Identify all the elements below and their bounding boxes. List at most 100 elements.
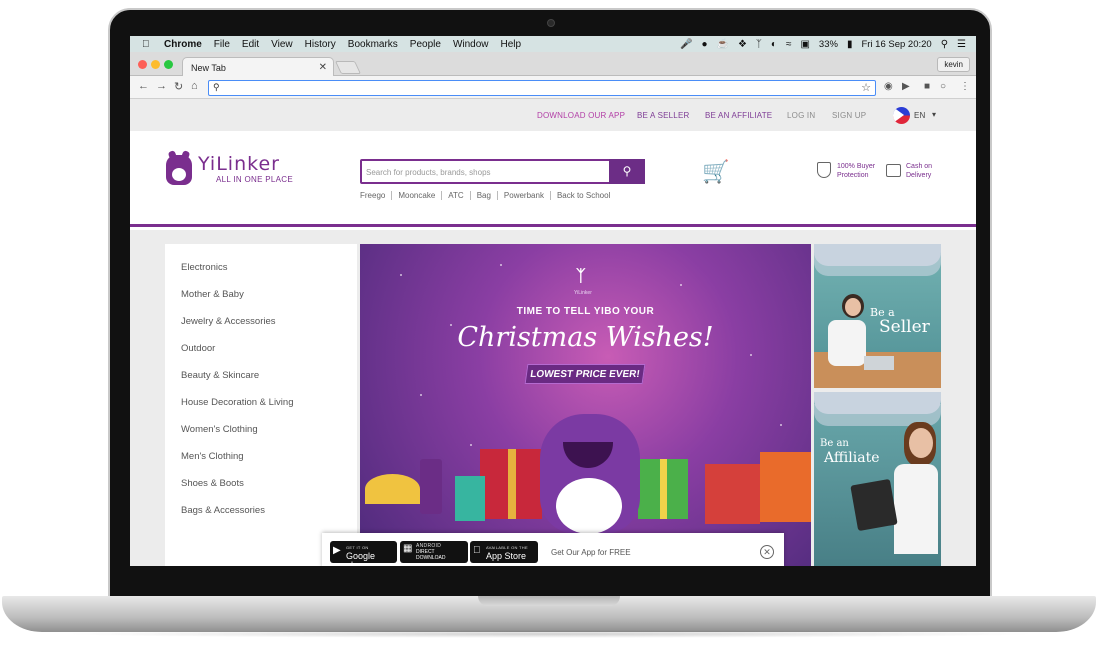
address-bar[interactable]: ⚲ ☆ bbox=[208, 80, 876, 96]
timer-icon[interactable]: ◐ bbox=[771, 39, 777, 50]
popular-search-link[interactable]: Freego bbox=[360, 191, 393, 200]
category-item[interactable]: House Decoration & Living bbox=[181, 397, 293, 408]
laptop-image bbox=[864, 356, 894, 370]
site-header: YiLinker ALL IN ONE PLACE ⚲ Freego Moonc… bbox=[130, 131, 976, 227]
chrome-menu-icon[interactable]: ⋮ bbox=[960, 81, 970, 92]
be-affiliate-banner[interactable]: Be an Affiliate bbox=[814, 392, 941, 566]
menubar-status-area: 🎤 ● ☕ ❖ ᛉ ◐ ≈ ▣ 33% ▮ Fri 16 Sep 20:20 ⚲… bbox=[680, 39, 976, 50]
clock[interactable]: Fri 16 Sep 20:20 bbox=[861, 39, 931, 50]
browser-toolbar: ← → ↻ ⌂ ⚲ ☆ ◉ ▶ ■ ○ ⋮ bbox=[130, 76, 976, 99]
coffee-icon[interactable]: ☕ bbox=[717, 39, 729, 50]
bluetooth-icon[interactable]: ᛉ bbox=[756, 39, 762, 50]
battery-icon[interactable]: ▮ bbox=[847, 39, 853, 50]
category-item[interactable]: Jewelry & Accessories bbox=[181, 316, 276, 327]
android-label: DIRECT DOWNLOAD bbox=[416, 549, 446, 561]
affiliate-line2: Affiliate bbox=[824, 450, 880, 466]
close-window-button[interactable] bbox=[138, 60, 147, 69]
extension-globe-icon[interactable]: ◉ bbox=[884, 81, 893, 92]
profile-button[interactable]: kevin bbox=[937, 57, 970, 72]
wifi-icon[interactable]: ≈ bbox=[786, 39, 792, 50]
browser-tabbar: New Tab ✕ kevin bbox=[130, 52, 976, 77]
input-source-icon[interactable]: ▣ bbox=[800, 39, 809, 50]
google-play-button[interactable]: ▶ GET IT ON Google play bbox=[330, 541, 397, 566]
fullscreen-window-button[interactable] bbox=[164, 60, 173, 69]
apple-icon[interactable]:  bbox=[142, 39, 154, 50]
christmas-banner[interactable]: ᛉ YiLinker TIME TO TELL YIBO YOUR Christ… bbox=[360, 244, 811, 566]
menu-history[interactable]: History bbox=[305, 39, 336, 50]
buyer-protection-badge: 100% Buyer Protection bbox=[817, 162, 875, 180]
gift-ribbon bbox=[508, 449, 516, 519]
extension-cast-icon[interactable]: ▶ bbox=[902, 81, 910, 92]
forward-arrow-icon[interactable]: → bbox=[156, 80, 167, 92]
minimize-window-button[interactable] bbox=[151, 60, 160, 69]
search-button[interactable]: ⚲ bbox=[609, 159, 645, 184]
popular-search-link[interactable]: ATC bbox=[442, 191, 471, 200]
popular-search-link[interactable]: Back to School bbox=[551, 191, 616, 200]
popular-search-link[interactable]: Powerbank bbox=[498, 191, 551, 200]
extension-puzzle-icon[interactable]: ■ bbox=[924, 81, 930, 92]
play-icon: ▶ bbox=[333, 545, 341, 556]
chat-icon[interactable]: ● bbox=[701, 39, 707, 50]
microphone-icon[interactable]: 🎤 bbox=[680, 39, 692, 50]
search-input[interactable] bbox=[366, 164, 606, 180]
category-item[interactable]: Women's Clothing bbox=[181, 424, 258, 435]
person-face bbox=[909, 428, 933, 458]
tab-new-tab[interactable]: New Tab ✕ bbox=[182, 57, 334, 77]
shield-icon bbox=[817, 162, 831, 178]
category-item[interactable]: Shoes & Boots bbox=[181, 478, 244, 489]
category-item[interactable]: Outdoor bbox=[181, 343, 215, 354]
menu-edit[interactable]: Edit bbox=[242, 39, 259, 50]
reload-icon[interactable]: ↻ bbox=[174, 80, 183, 93]
extension-circle-icon[interactable]: ○ bbox=[940, 81, 946, 92]
menu-app[interactable]: Chrome bbox=[164, 39, 202, 50]
new-tab-button[interactable] bbox=[334, 61, 362, 74]
close-tab-icon[interactable]: ✕ bbox=[319, 62, 327, 73]
popular-search-link[interactable]: Bag bbox=[471, 191, 498, 200]
signup-link[interactable]: SIGN UP bbox=[832, 111, 866, 120]
banner-logo-icon: ᛉ bbox=[576, 268, 586, 285]
category-item[interactable]: Beauty & Skincare bbox=[181, 370, 259, 381]
back-arrow-icon[interactable]: ← bbox=[138, 80, 149, 92]
download-app-link[interactable]: DOWNLOAD OUR APP bbox=[537, 111, 625, 120]
be-affiliate-link[interactable]: BE AN AFFILIATE bbox=[705, 111, 772, 120]
android-download-button[interactable]: ▦ ANDROID DIRECT DOWNLOAD bbox=[400, 541, 468, 563]
laptop-notch bbox=[478, 596, 620, 606]
menu-help[interactable]: Help bbox=[501, 39, 522, 50]
gift-ribbon bbox=[660, 459, 667, 519]
category-item[interactable]: Mother & Baby bbox=[181, 289, 244, 300]
buyer-protection-line2: Protection bbox=[837, 172, 869, 179]
menu-view[interactable]: View bbox=[271, 39, 293, 50]
philippines-flag-icon[interactable] bbox=[893, 107, 910, 124]
mac-menubar:  Chrome File Edit View History Bookmark… bbox=[130, 36, 976, 52]
search-box: ⚲ bbox=[360, 159, 645, 184]
login-link[interactable]: LOG IN bbox=[787, 111, 815, 120]
menu-file[interactable]: File bbox=[214, 39, 230, 50]
notification-center-icon[interactable]: ☰ bbox=[957, 39, 966, 50]
menu-window[interactable]: Window bbox=[453, 39, 489, 50]
category-item[interactable]: Electronics bbox=[181, 262, 227, 273]
be-seller-link[interactable]: BE A SELLER bbox=[637, 111, 689, 120]
close-icon[interactable]: ✕ bbox=[760, 545, 774, 559]
battery-percent[interactable]: 33% bbox=[819, 39, 838, 50]
app-download-bar: ▶ GET IT ON Google play ▦ ANDROID DIRECT… bbox=[322, 533, 784, 566]
app-bar-text: Get Our App for FREE bbox=[551, 548, 631, 557]
android-icon: ▦ bbox=[403, 543, 413, 554]
logo-mascot-icon[interactable] bbox=[166, 155, 192, 185]
be-seller-banner[interactable]: Be a Seller bbox=[814, 244, 941, 388]
category-item[interactable]: Men's Clothing bbox=[181, 451, 244, 462]
spotlight-icon[interactable]: ⚲ bbox=[941, 39, 948, 50]
menu-bookmarks[interactable]: Bookmarks bbox=[348, 39, 398, 50]
app-store-button[interactable]:  AVAILABLE ON THE App Store bbox=[470, 541, 538, 563]
cloud-decoration bbox=[814, 254, 941, 276]
caret-down-icon[interactable]: ▾ bbox=[932, 110, 936, 119]
bookmark-star-icon[interactable]: ☆ bbox=[861, 81, 871, 94]
popular-search-link[interactable]: Mooncake bbox=[392, 191, 443, 200]
home-icon[interactable]: ⌂ bbox=[191, 80, 198, 92]
category-item[interactable]: Bags & Accessories bbox=[181, 505, 265, 516]
site-logo[interactable]: YiLinker bbox=[198, 153, 280, 175]
cart-icon[interactable]: 🛒 bbox=[702, 159, 729, 185]
search-icon: ⚲ bbox=[213, 82, 220, 92]
language-selector[interactable]: EN bbox=[914, 111, 926, 120]
menu-people[interactable]: People bbox=[410, 39, 441, 50]
dropbox-icon[interactable]: ❖ bbox=[738, 39, 747, 50]
